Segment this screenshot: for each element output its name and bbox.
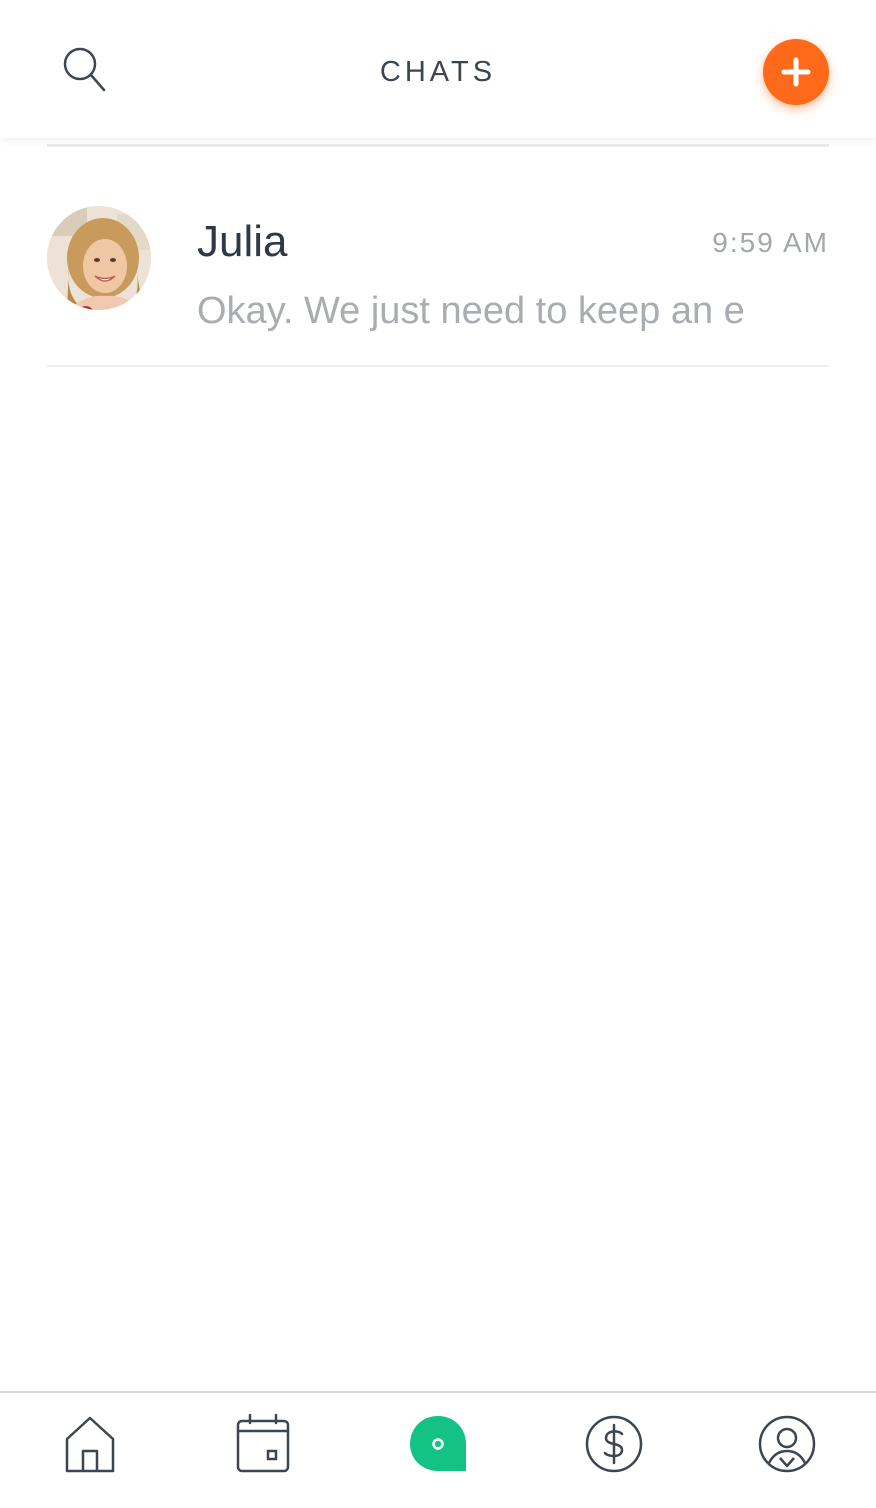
home-icon xyxy=(65,1416,115,1473)
new-chat-button[interactable] xyxy=(763,39,829,105)
nav-calendar[interactable] xyxy=(230,1411,296,1477)
header: CHATS xyxy=(0,0,876,138)
nav-profile[interactable] xyxy=(754,1411,820,1477)
avatar-photo xyxy=(47,206,151,310)
plus-icon xyxy=(781,57,811,87)
dollar-icon xyxy=(585,1415,643,1473)
bottom-nav xyxy=(0,1391,876,1508)
header-divider xyxy=(47,144,829,147)
avatar xyxy=(47,206,151,310)
message-preview: Okay. We just need to keep an e xyxy=(197,290,745,332)
calendar-icon xyxy=(236,1413,290,1473)
chat-timestamp: 9:59 AM xyxy=(712,227,829,258)
contact-name: Julia xyxy=(197,217,288,266)
chat-list-item[interactable]: Julia 9:59 AM Okay. We just need to keep… xyxy=(47,190,829,367)
nav-payments[interactable] xyxy=(581,1411,647,1477)
chats-screen: CHATS Julia 9:59 AM Okay. We just need t… xyxy=(0,0,876,1508)
page-title: CHATS xyxy=(379,56,497,88)
nav-chats[interactable] xyxy=(405,1411,471,1477)
nav-home[interactable] xyxy=(57,1411,123,1477)
profile-icon xyxy=(758,1415,816,1473)
chat-bubble-icon xyxy=(410,1416,466,1471)
